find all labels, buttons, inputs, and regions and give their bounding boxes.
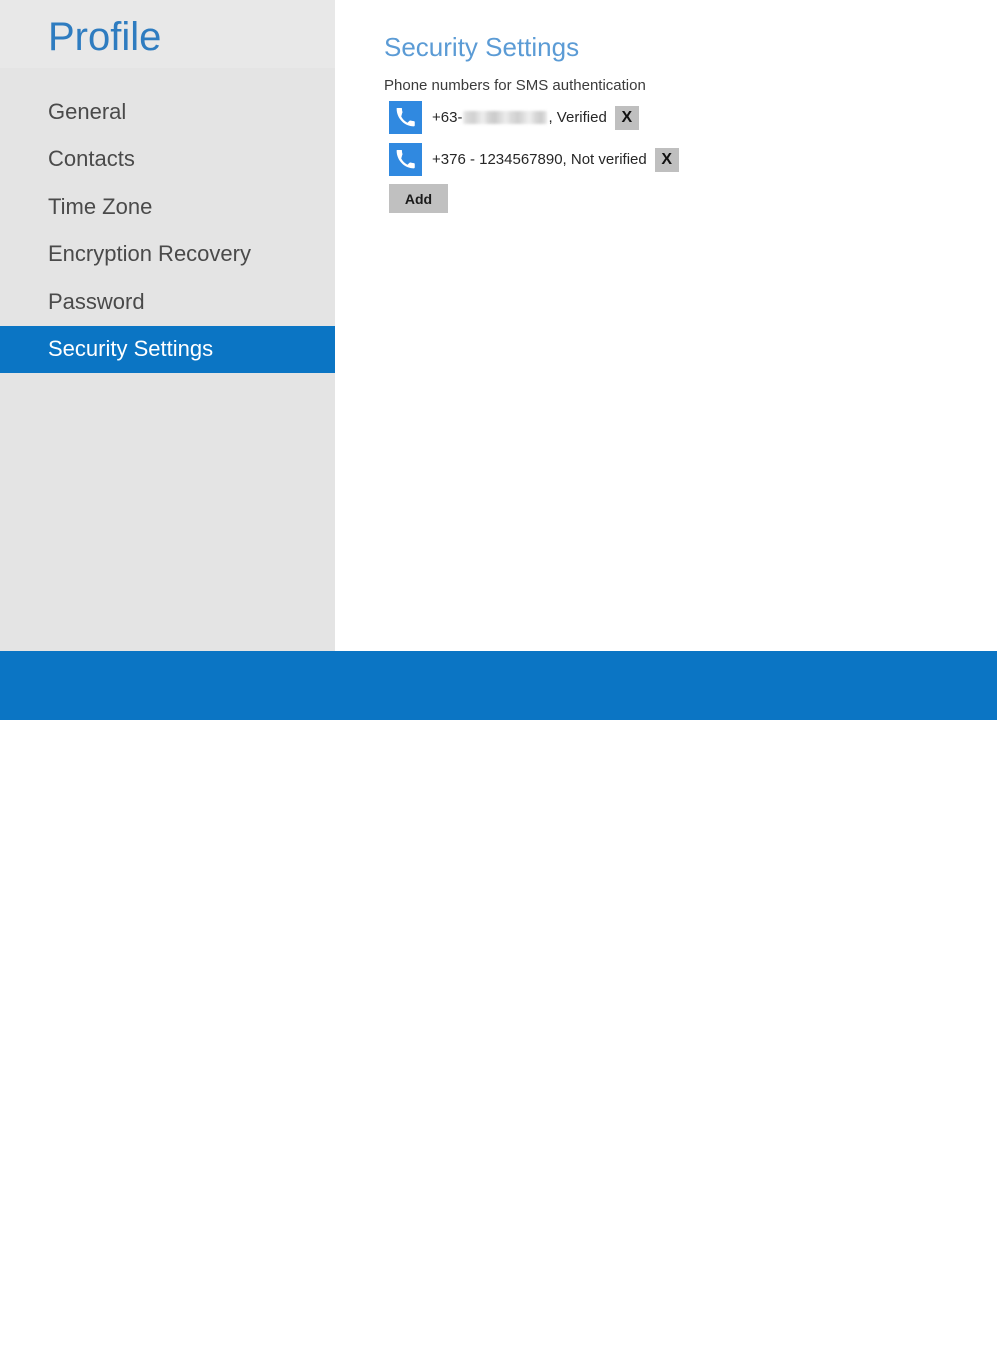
profile-settings-window: Profile General Contacts Time Zone Encry… xyxy=(0,0,997,720)
sidebar-item-contacts[interactable]: Contacts xyxy=(0,136,335,184)
save-button[interactable]: Save xyxy=(760,1323,823,1351)
remove-phone-button[interactable]: X xyxy=(615,106,639,130)
help-button[interactable]: Help xyxy=(917,1323,977,1351)
sidebar-nav: General Contacts Time Zone Encryption Re… xyxy=(0,88,335,373)
sidebar-item-label: Password xyxy=(48,289,145,315)
phone-country-code: +63 xyxy=(432,108,457,128)
redacted-phone-number xyxy=(463,111,547,124)
phone-separator: - xyxy=(457,108,462,128)
sidebar-item-password[interactable]: Password xyxy=(0,278,335,326)
sidebar-item-label: Contacts xyxy=(48,146,135,172)
remove-phone-button[interactable]: X xyxy=(655,148,679,172)
phone-icon[interactable] xyxy=(389,143,422,176)
section-subtitle: Phone numbers for SMS authentication xyxy=(384,76,646,95)
sidebar-item-label: Encryption Recovery xyxy=(48,241,251,267)
phone-status: Verified xyxy=(557,108,607,128)
phone-label: +63 - , Verified xyxy=(432,108,607,128)
phone-label: +376 - 1234567890, Not verified xyxy=(432,150,647,170)
sidebar-item-security-settings[interactable]: Security Settings xyxy=(0,326,335,374)
phone-row: +63 - , Verified X xyxy=(389,101,679,134)
sidebar-item-label: Time Zone xyxy=(48,194,152,220)
sidebar-item-label: Security Settings xyxy=(48,336,213,362)
footer-action-bar: Save Cancel Help xyxy=(0,651,997,720)
cancel-button[interactable]: Cancel xyxy=(833,1323,906,1351)
add-phone-button[interactable]: Add xyxy=(389,184,448,213)
sidebar: Profile General Contacts Time Zone Encry… xyxy=(0,0,335,651)
page-title: Profile xyxy=(48,12,161,62)
phone-number-list: +63 - , Verified X +376 - 1234567890, No… xyxy=(389,101,679,185)
phone-icon[interactable] xyxy=(389,101,422,134)
main-content: Security Settings Phone numbers for SMS … xyxy=(335,0,997,651)
sidebar-item-general[interactable]: General xyxy=(0,88,335,136)
sidebar-item-label: General xyxy=(48,99,126,125)
section-title: Security Settings xyxy=(384,31,579,63)
phone-status-text: , xyxy=(548,108,556,128)
sidebar-item-encryption-recovery[interactable]: Encryption Recovery xyxy=(0,231,335,279)
sidebar-item-time-zone[interactable]: Time Zone xyxy=(0,183,335,231)
phone-row: +376 - 1234567890, Not verified X xyxy=(389,143,679,176)
